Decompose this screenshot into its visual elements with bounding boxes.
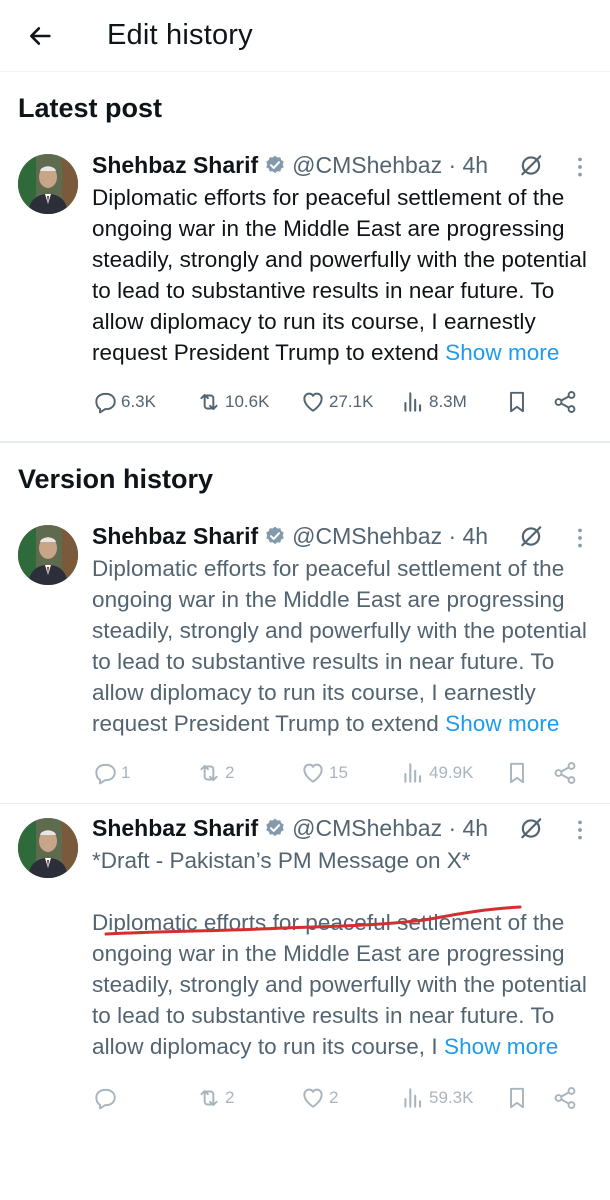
top-bar: Edit history xyxy=(0,0,610,72)
bookmark-button[interactable] xyxy=(504,1076,530,1120)
bookmark-button[interactable] xyxy=(504,751,530,795)
history-post[interactable]: Shehbaz Sharif @CMShehbaz · 4h *Draft - … xyxy=(0,804,610,1120)
repost-count: 10.6K xyxy=(225,392,270,411)
views-count: 8.3M xyxy=(429,392,467,411)
action-bar: 1 2 15 49.9K xyxy=(92,751,596,795)
latest-post[interactable]: Shehbaz Sharif @CMShehbaz · 4h Diplomati… xyxy=(0,144,610,424)
edit-icon[interactable] xyxy=(518,815,544,841)
views-icon xyxy=(400,389,426,415)
repost-icon xyxy=(196,389,222,415)
author-handle[interactable]: @CMShehbaz · 4h xyxy=(292,523,488,550)
verified-badge-icon xyxy=(264,525,286,547)
author-name[interactable]: Shehbaz Sharif xyxy=(92,523,258,550)
like-button[interactable]: 2 xyxy=(300,1076,338,1120)
share-icon xyxy=(552,1085,578,1111)
reply-icon xyxy=(92,760,118,786)
avatar[interactable] xyxy=(18,525,78,585)
views-icon xyxy=(400,1085,426,1111)
like-count: 27.1K xyxy=(329,392,374,411)
views-button[interactable]: 8.3M xyxy=(400,380,467,424)
repost-button[interactable]: 10.6K xyxy=(196,380,269,424)
like-button[interactable]: 15 xyxy=(300,751,348,795)
views-icon xyxy=(400,760,426,786)
post-body: Diplomatic efforts for peaceful settleme… xyxy=(92,556,587,736)
reply-icon xyxy=(92,389,118,415)
verified-badge-icon xyxy=(264,817,286,839)
repost-count: 2 xyxy=(225,1088,235,1107)
action-bar: 6.3K 10.6K 27.1K 8.3M xyxy=(92,380,596,424)
reply-button[interactable] xyxy=(92,1076,121,1120)
version-history-heading: Version history xyxy=(18,463,214,494)
author-name[interactable]: Shehbaz Sharif xyxy=(92,815,258,842)
author-name[interactable]: Shehbaz Sharif xyxy=(92,152,258,179)
repost-icon xyxy=(196,1085,222,1111)
post-body: Diplomatic efforts for peaceful settleme… xyxy=(92,185,587,365)
post-text: Diplomatic efforts for peaceful settleme… xyxy=(92,553,596,739)
views-button[interactable]: 49.9K xyxy=(400,751,473,795)
verified-badge-icon xyxy=(264,154,286,176)
like-count: 15 xyxy=(329,763,348,782)
bookmark-icon xyxy=(504,1085,530,1111)
views-count: 59.3K xyxy=(429,1088,474,1107)
share-button[interactable] xyxy=(552,380,578,424)
reply-count: 1 xyxy=(121,763,131,782)
edit-icon[interactable] xyxy=(518,523,544,549)
share-icon xyxy=(552,760,578,786)
history-post[interactable]: Shehbaz Sharif @CMShehbaz · 4h Diplomati… xyxy=(0,515,610,795)
back-button[interactable] xyxy=(0,0,84,72)
avatar[interactable] xyxy=(18,818,78,878)
author-handle[interactable]: @CMShehbaz · 4h xyxy=(292,815,488,842)
latest-post-heading: Latest post xyxy=(18,92,163,123)
show-more-link[interactable]: Show more xyxy=(445,711,559,736)
like-icon xyxy=(300,760,326,786)
reply-count: 6.3K xyxy=(121,392,156,411)
reply-button[interactable]: 6.3K xyxy=(92,380,156,424)
views-button[interactable]: 59.3K xyxy=(400,1076,473,1120)
page-title: Edit history xyxy=(107,19,253,51)
reply-button[interactable]: 1 xyxy=(92,751,130,795)
post-text: Diplomatic efforts for peaceful settleme… xyxy=(92,182,596,368)
action-bar: 2 2 59.3K xyxy=(92,1076,596,1120)
bookmark-icon xyxy=(504,389,530,415)
share-button[interactable] xyxy=(552,1076,578,1120)
show-more-link[interactable]: Show more xyxy=(444,1034,558,1059)
more-icon[interactable] xyxy=(572,154,588,180)
repost-button[interactable]: 2 xyxy=(196,751,234,795)
like-button[interactable]: 27.1K xyxy=(300,380,373,424)
show-more-link[interactable]: Show more xyxy=(445,340,559,365)
repost-icon xyxy=(196,760,222,786)
repost-count: 2 xyxy=(225,763,235,782)
share-icon xyxy=(552,389,578,415)
back-arrow-icon xyxy=(29,26,51,45)
avatar[interactable] xyxy=(18,154,78,214)
like-count: 2 xyxy=(329,1088,339,1107)
red-annotation-line xyxy=(104,905,522,936)
like-icon xyxy=(300,1085,326,1111)
repost-button[interactable]: 2 xyxy=(196,1076,234,1120)
bookmark-icon xyxy=(504,760,530,786)
author-handle[interactable]: @CMShehbaz · 4h xyxy=(292,152,488,179)
like-icon xyxy=(300,389,326,415)
draft-heading-line: *Draft - Pakistan’s PM Message on X* xyxy=(92,848,471,873)
bookmark-button[interactable] xyxy=(504,380,530,424)
views-count: 49.9K xyxy=(429,763,474,782)
share-button[interactable] xyxy=(552,751,578,795)
edit-icon[interactable] xyxy=(518,152,544,178)
more-icon[interactable] xyxy=(572,525,588,551)
reply-icon xyxy=(92,1085,118,1111)
more-icon[interactable] xyxy=(572,817,588,843)
